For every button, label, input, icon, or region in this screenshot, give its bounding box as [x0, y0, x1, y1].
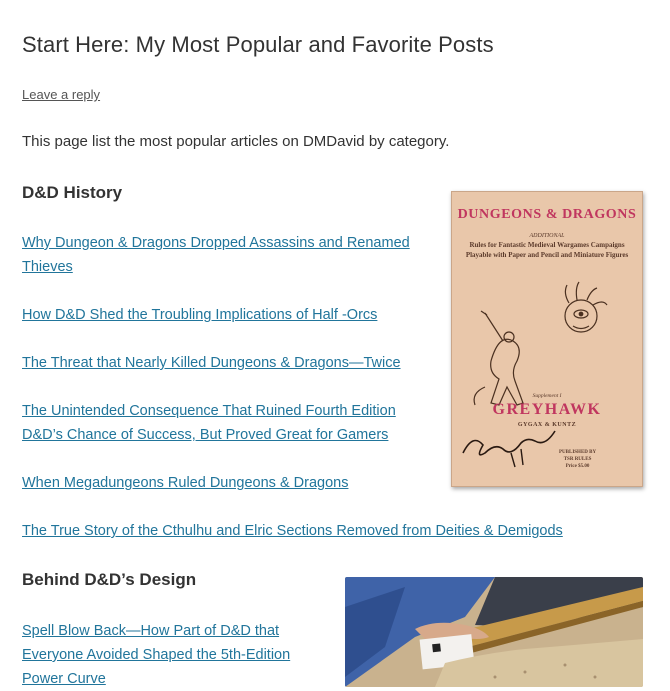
cover-subtitle: Rules for Fantastic Medieval Wargames Ca…: [465, 241, 629, 259]
post-link[interactable]: When Megadungeons Ruled Dungeons & Drago…: [22, 471, 442, 495]
cover-price: Price $5.00: [565, 464, 590, 469]
cover-publisher-line2: TSR RULES: [563, 457, 592, 462]
page-title: Start Here: My Most Popular and Favorite…: [22, 32, 494, 57]
cover-authors: GYGAX & KUNTZ: [517, 422, 577, 428]
cover-publisher-line1: PUBLISHED BY: [559, 450, 597, 455]
cover-title: DUNGEONS & DRAGONS: [457, 207, 637, 222]
gaming-table-photo: [345, 577, 643, 687]
post-link[interactable]: Spell Blow Back—How Part of D&D that Eve…: [22, 619, 312, 691]
cover-supplement: Supplement I: [532, 393, 562, 399]
post-link[interactable]: The True Story of the Cthulhu and Elric …: [22, 519, 622, 543]
greyhawk-cover-image: DUNGEONS & DRAGONS ADDITIONAL Rules for …: [451, 191, 643, 487]
section-heading-design: Behind D&D’s Design: [22, 570, 197, 589]
post-link[interactable]: Why Dungeon & Dragons Dropped Assassins …: [22, 231, 427, 279]
cover-publisher: PUBLISHED BY TSR RULES Price $5.00: [559, 449, 596, 470]
post-link[interactable]: How D&D Shed the Troubling Implications …: [22, 303, 442, 327]
cover-additional: ADDITIONAL: [529, 233, 565, 239]
section-heading-dnd-history: D&D History: [22, 183, 123, 202]
photo-illustration: [345, 577, 643, 687]
cover-name: GREYHAWK: [492, 401, 602, 418]
leave-reply-link[interactable]: Leave a reply: [22, 87, 100, 102]
post-link[interactable]: The Unintended Consequence That Ruined F…: [22, 399, 412, 447]
post-link[interactable]: The Threat that Nearly Killed Dungeons &…: [22, 351, 442, 375]
intro-text: This page list the most popular articles…: [22, 133, 450, 150]
